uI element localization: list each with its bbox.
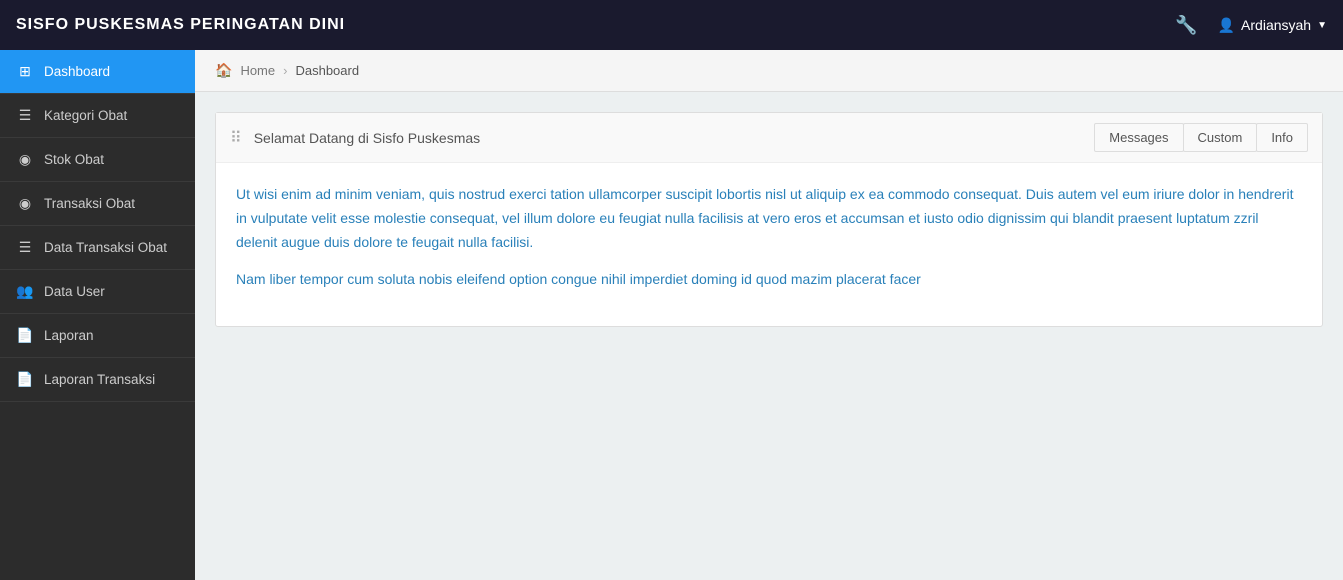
wrench-icon[interactable]: 🔧 [1175,15,1197,36]
sidebar-item-label: Stok Obat [44,152,104,167]
grid-icon: ⠿ [230,128,242,148]
panel-paragraph-2: Nam liber tempor cum soluta nobis eleife… [236,268,1302,292]
sidebar-item-label: Transaksi Obat [44,196,135,211]
sidebar-item-kategori-obat[interactable]: ☰ Kategori Obat [0,94,195,138]
panel-header: ⠿ Selamat Datang di Sisfo Puskesmas Mess… [216,113,1322,163]
layout: ⊞ Dashboard ☰ Kategori Obat ◉ Stok Obat … [0,50,1343,580]
sidebar: ⊞ Dashboard ☰ Kategori Obat ◉ Stok Obat … [0,50,195,580]
eye-icon-2: ◉ [16,195,34,212]
user-icon: 👤 [1218,17,1235,34]
caret-icon: ▼ [1317,20,1327,31]
panel-tabs: Messages Custom Info [1095,123,1308,152]
sidebar-item-label: Kategori Obat [44,108,127,123]
sidebar-item-transaksi-obat[interactable]: ◉ Transaksi Obat [0,182,195,226]
sidebar-item-laporan-transaksi[interactable]: 📄 Laporan Transaksi [0,358,195,402]
tab-custom[interactable]: Custom [1183,123,1258,152]
sidebar-item-label: Laporan [44,328,94,343]
breadcrumb-current: Dashboard [295,63,359,78]
panel-paragraph-1: Ut wisi enim ad minim veniam, quis nostr… [236,183,1302,254]
tab-info[interactable]: Info [1256,123,1308,152]
panel-title: Selamat Datang di Sisfo Puskesmas [254,130,480,146]
sidebar-item-dashboard[interactable]: ⊞ Dashboard [0,50,195,94]
breadcrumb-home: Home [240,63,275,78]
eye-icon: ◉ [16,151,34,168]
sidebar-item-laporan[interactable]: 📄 Laporan [0,314,195,358]
sidebar-item-data-transaksi-obat[interactable]: ☰ Data Transaksi Obat [0,226,195,270]
app-title: SISFO PUSKESMAS PERINGATAN DINI [16,16,345,34]
breadcrumb: 🏠 Home › Dashboard [195,50,1343,92]
main-panel: ⠿ Selamat Datang di Sisfo Puskesmas Mess… [215,112,1323,327]
sidebar-item-label: Laporan Transaksi [44,372,155,387]
list-icon-2: ☰ [16,239,34,256]
panel-body: Ut wisi enim ad minim veniam, quis nostr… [216,163,1322,326]
navbar: SISFO PUSKESMAS PERINGATAN DINI 🔧 👤 Ardi… [0,0,1343,50]
content-area: ⠿ Selamat Datang di Sisfo Puskesmas Mess… [195,92,1343,580]
home-icon: 🏠 [215,62,232,79]
user-menu[interactable]: 👤 Ardiansyah ▼ [1218,17,1327,34]
navbar-right: 🔧 👤 Ardiansyah ▼ [1175,15,1327,36]
sidebar-item-label: Data Transaksi Obat [44,240,167,255]
panel-header-left: ⠿ Selamat Datang di Sisfo Puskesmas [230,128,480,148]
sidebar-item-label: Dashboard [44,64,110,79]
doc-icon-2: 📄 [16,371,34,388]
list-icon: ☰ [16,107,34,124]
tab-messages[interactable]: Messages [1094,123,1183,152]
main-content: 🏠 Home › Dashboard ⠿ Selamat Datang di S… [195,50,1343,580]
users-icon: 👥 [16,283,34,300]
username: Ardiansyah [1241,17,1311,33]
doc-icon: 📄 [16,327,34,344]
dashboard-icon: ⊞ [16,63,34,80]
sidebar-item-data-user[interactable]: 👥 Data User [0,270,195,314]
sidebar-item-stok-obat[interactable]: ◉ Stok Obat [0,138,195,182]
sidebar-item-label: Data User [44,284,105,299]
breadcrumb-separator: › [283,63,287,78]
